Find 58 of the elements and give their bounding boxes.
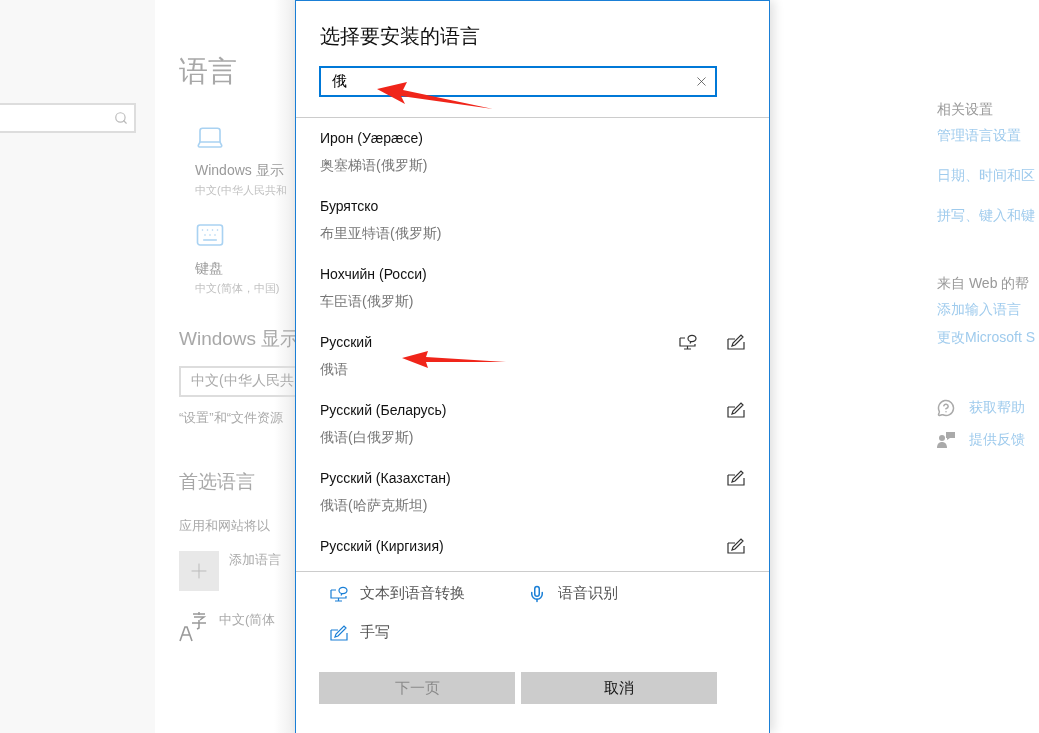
legend-label: 语音识别 — [558, 584, 618, 603]
tile-label: 键盘 — [195, 260, 224, 278]
settings-link[interactable]: 拼写、键入和键 — [937, 207, 1035, 225]
legend-label: 文本到语音转换 — [360, 584, 465, 603]
language-native-name: 奥塞梯语(俄罗斯) — [320, 157, 429, 175]
pen-icon — [727, 470, 745, 486]
search-field[interactable] — [0, 103, 136, 133]
language-name: Русский (Казахстан) — [320, 470, 452, 486]
settings-link[interactable]: 管理语言设置 — [937, 127, 1021, 145]
speech-monitor-icon — [330, 585, 348, 602]
language-name: Русский (Киргизия) — [320, 538, 445, 554]
language-list-item[interactable]: Русский (Беларусь) 俄语(白俄罗斯) — [296, 398, 769, 466]
legend-label: 手写 — [360, 623, 390, 642]
close-icon[interactable] — [694, 74, 709, 89]
language-native-name: 俄语(哈萨克斯坦) — [320, 497, 429, 515]
section-heading: 来自 Web 的帮 — [937, 275, 1031, 293]
language-name: Нохчийн (Росси) — [320, 266, 428, 282]
language-list-item[interactable]: Нохчийн (Росси) 车臣语(俄罗斯) — [296, 262, 769, 330]
support-link[interactable]: 提供反馈 — [969, 431, 1025, 449]
section-heading: 首选语言 — [179, 470, 256, 494]
language-name[interactable]: 中文(简体 — [219, 611, 276, 643]
pen-icon — [727, 402, 745, 418]
support-link[interactable]: 获取帮助 — [969, 399, 1025, 417]
help-link[interactable]: 更改Microsoft S — [937, 329, 1035, 347]
language-native-name: 车臣语(俄罗斯) — [320, 293, 415, 311]
search-field[interactable]: 俄 — [319, 66, 717, 97]
person-speech-icon — [937, 431, 955, 449]
language-native-name: 俄语(白俄罗斯) — [320, 429, 415, 447]
dialog-title: 选择要安装的语言 — [319, 24, 481, 49]
language-name: Бурятско — [320, 198, 380, 214]
settings-link[interactable]: 日期、时间和区 — [937, 167, 1035, 185]
section-description: 应用和网站将以 — [179, 517, 271, 535]
language-name: Ирон (Уæрæсе) — [320, 130, 424, 146]
dialog-button[interactable]: 取消 — [521, 672, 717, 704]
tile-label: Windows 显示 — [195, 162, 285, 180]
language-list-item[interactable]: Русский 俄语 — [296, 330, 769, 398]
language-glyph-icon — [179, 611, 209, 643]
pen-icon — [727, 334, 745, 350]
section-note: “设置”和“文件资源 — [179, 409, 284, 427]
language-native-name: 俄语 — [320, 361, 349, 379]
search-icon — [114, 111, 128, 125]
language-native-name: 布里亚特语(俄罗斯) — [320, 225, 443, 243]
language-name: Русский (Беларусь) — [320, 402, 448, 418]
help-icon — [937, 399, 955, 417]
microphone-icon — [528, 584, 546, 603]
pen-icon — [330, 624, 348, 641]
speech-monitor-icon — [679, 334, 697, 350]
add-language-label[interactable]: 添加语言 — [229, 551, 281, 591]
page-title: 语言 — [179, 54, 238, 89]
language-name: Русский — [320, 334, 373, 350]
section-heading: 相关设置 — [937, 101, 994, 119]
language-list-item[interactable]: Русский (Киргизия) — [296, 534, 769, 571]
add-language-button[interactable] — [179, 551, 219, 591]
language-list-item[interactable]: Русский (Казахстан) 俄语(哈萨克斯坦) — [296, 466, 769, 534]
language-list-item[interactable]: Бурятско 布里亚特语(俄罗斯) — [296, 194, 769, 262]
language-list-item[interactable]: Ирон (Уæрæсе) 奥塞梯语(俄罗斯) — [296, 126, 769, 194]
pen-icon — [727, 538, 745, 554]
help-link[interactable]: 添加输入语言 — [937, 301, 1021, 319]
